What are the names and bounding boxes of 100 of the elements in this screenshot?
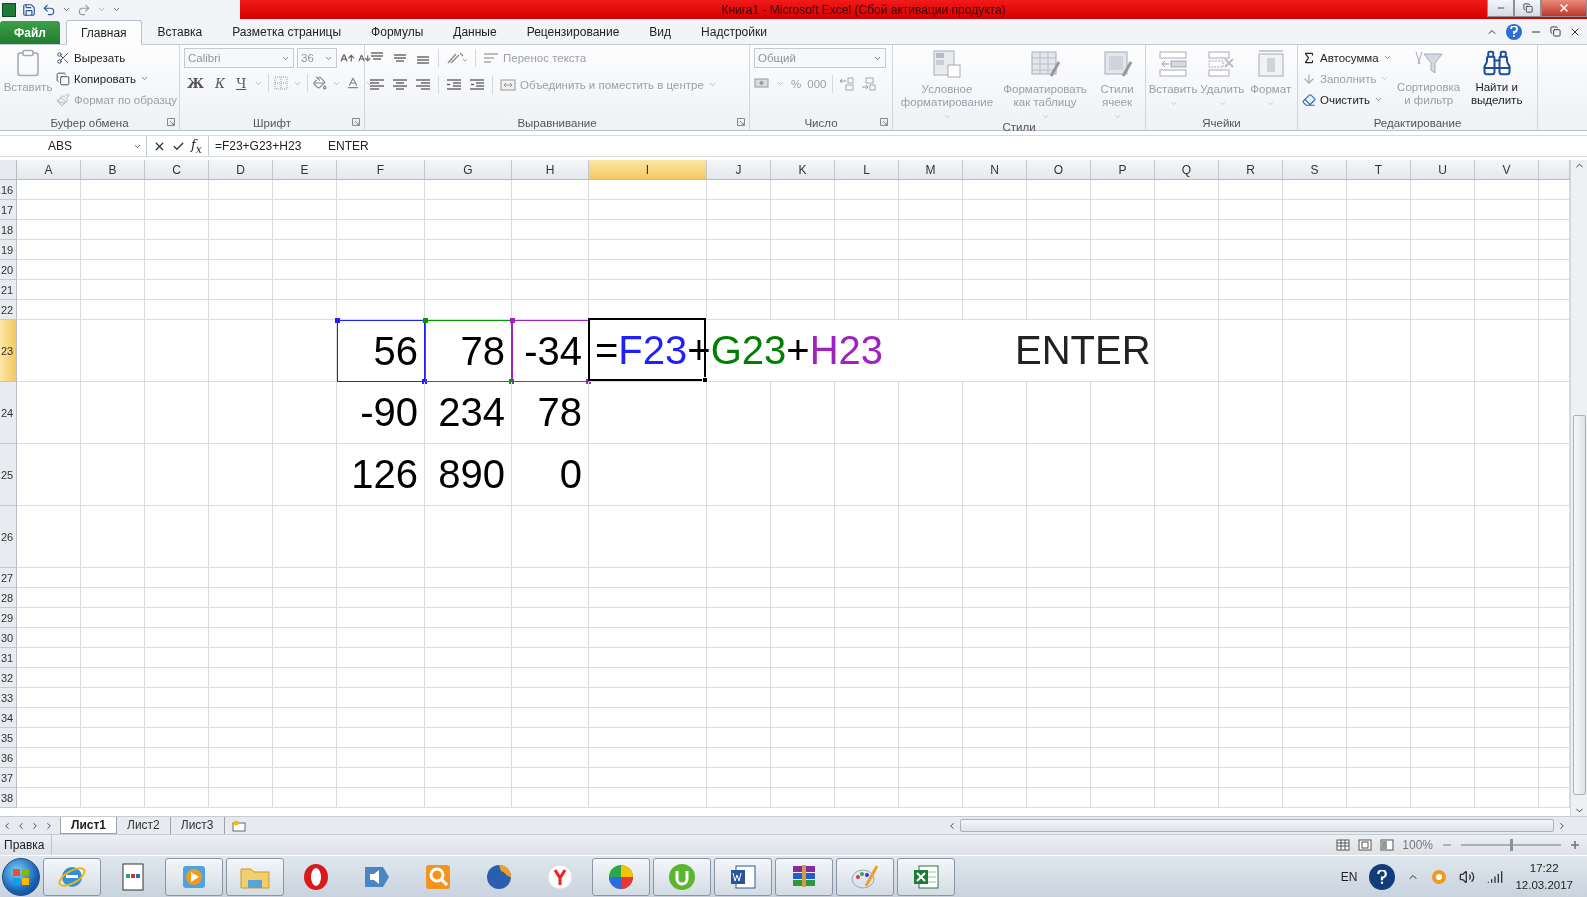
column-header[interactable]: P [1091,160,1155,180]
currency-icon[interactable] [754,76,770,91]
taskbar-button[interactable] [592,857,650,896]
align-center-icon[interactable] [392,77,408,92]
previous-sheet-icon[interactable] [16,820,26,831]
restore-button[interactable] [1514,0,1541,17]
sheet-tab[interactable]: Лист3 [170,816,225,834]
help-icon[interactable] [1506,23,1522,40]
column-header[interactable]: C [145,160,209,180]
row-header[interactable]: 22 [0,300,17,320]
scroll-right-icon[interactable] [1557,820,1567,831]
restore-icon[interactable] [1550,26,1561,37]
row-header[interactable]: 38 [0,788,17,808]
row-header[interactable]: 31 [0,648,17,668]
row-header[interactable]: 24 [0,382,17,444]
fill-color-icon[interactable] [313,76,328,90]
copy-button[interactable]: Копировать [56,69,178,88]
row-header[interactable]: 17 [0,200,17,220]
zoom-in-icon[interactable] [1569,839,1581,851]
row-header[interactable]: 16 [0,180,17,200]
row-header[interactable]: 34 [0,708,17,728]
column-header[interactable]: S [1283,160,1347,180]
clock[interactable]: 17:22 12.03.2017 [1515,859,1573,894]
insert-function-button[interactable]: f$_{x}$ [191,136,202,156]
column-header[interactable]: A [17,160,81,180]
column-header[interactable]: B [81,160,145,180]
row-header[interactable]: 27 [0,568,17,588]
taskbar-button[interactable] [653,857,711,896]
save-icon[interactable] [22,2,36,17]
ribbon-tab[interactable]: Главная [65,20,142,45]
last-sheet-icon[interactable] [44,820,54,831]
vertical-scrollbar[interactable] [1570,160,1587,816]
italic-button[interactable]: К [212,75,229,91]
sheet-tab[interactable]: Лист2 [117,816,171,834]
font-color-icon[interactable] [346,76,361,90]
taskbar-button[interactable] [714,857,772,896]
cut-button[interactable]: Вырезать [56,48,178,67]
row-header[interactable]: 30 [0,628,17,648]
start-button[interactable] [2,857,40,896]
column-header[interactable]: J [707,160,771,180]
row-header[interactable]: 28 [0,588,17,608]
row-header[interactable]: 32 [0,668,17,688]
ribbon-tab[interactable]: Формулы [357,20,438,44]
row-header[interactable]: 37 [0,768,17,788]
row-header[interactable]: 19 [0,240,17,260]
decrease-decimal-icon[interactable] [861,76,878,91]
column-header[interactable]: V [1475,160,1539,180]
row-header[interactable]: 36 [0,748,17,768]
dialog-launcher-icon[interactable] [352,118,360,126]
row-header[interactable]: 26 [0,506,17,568]
volume-icon[interactable] [1459,868,1476,885]
column-header[interactable]: L [835,160,899,180]
dialog-launcher-icon[interactable] [880,118,888,126]
sheet-tab[interactable]: Лист1 [60,816,118,834]
find-select-button[interactable]: Найти и выделить [1465,48,1528,115]
increase-indent-icon[interactable] [469,77,485,92]
undo-icon[interactable] [42,2,56,17]
ribbon-tab[interactable]: Разметка страницы [218,20,356,44]
row-header[interactable]: 23 [0,320,17,382]
column-header[interactable]: F [337,160,425,180]
row-header[interactable]: 33 [0,688,17,708]
column-header[interactable]: N [963,160,1027,180]
first-sheet-icon[interactable] [2,820,12,831]
ring-icon[interactable] [1431,868,1448,885]
column-header[interactable]: K [771,160,835,180]
bold-button[interactable]: Ж [184,75,208,91]
network-signal-icon[interactable] [1487,868,1504,885]
formula-input[interactable]: =F23+G23+H23 ENTER [208,139,1587,153]
row-header[interactable]: 25 [0,444,17,506]
scroll-left-icon[interactable] [947,820,957,831]
clear-button[interactable]: Очистить [1302,90,1392,109]
row-header[interactable]: 29 [0,608,17,628]
ribbon-tab[interactable]: Файл [0,21,60,44]
taskbar-button[interactable] [897,857,955,896]
ribbon-tab[interactable]: Данные [439,20,511,44]
next-sheet-icon[interactable] [30,820,40,831]
column-header[interactable]: D [209,160,273,180]
redo-icon[interactable] [77,2,91,17]
column-header[interactable]: Q [1155,160,1219,180]
zoom-slider-thumb[interactable] [1510,839,1513,851]
taskbar-button[interactable] [775,857,833,896]
insert-sheet-icon[interactable] [230,819,247,832]
decrease-indent-icon[interactable] [446,77,462,92]
column-header[interactable]: M [899,160,963,180]
name-box[interactable]: ABS [0,136,147,156]
column-header[interactable] [1539,160,1570,180]
page-layout-icon[interactable] [1358,839,1373,851]
increase-decimal-icon[interactable] [839,76,856,91]
ribbon-tab[interactable]: Рецензирование [512,20,634,44]
column-header[interactable]: H [512,160,589,180]
align-left-icon[interactable] [369,77,385,92]
column-header[interactable]: O [1027,160,1091,180]
align-right-icon[interactable] [415,77,431,92]
row-header[interactable]: 21 [0,280,17,300]
column-header[interactable]: E [273,160,337,180]
ribbon-tab[interactable]: Надстройки [687,20,781,44]
row-header[interactable]: 35 [0,728,17,748]
underline-button[interactable]: Ч [233,75,250,91]
column-header[interactable]: U [1411,160,1475,180]
column-header[interactable]: G [425,160,512,180]
